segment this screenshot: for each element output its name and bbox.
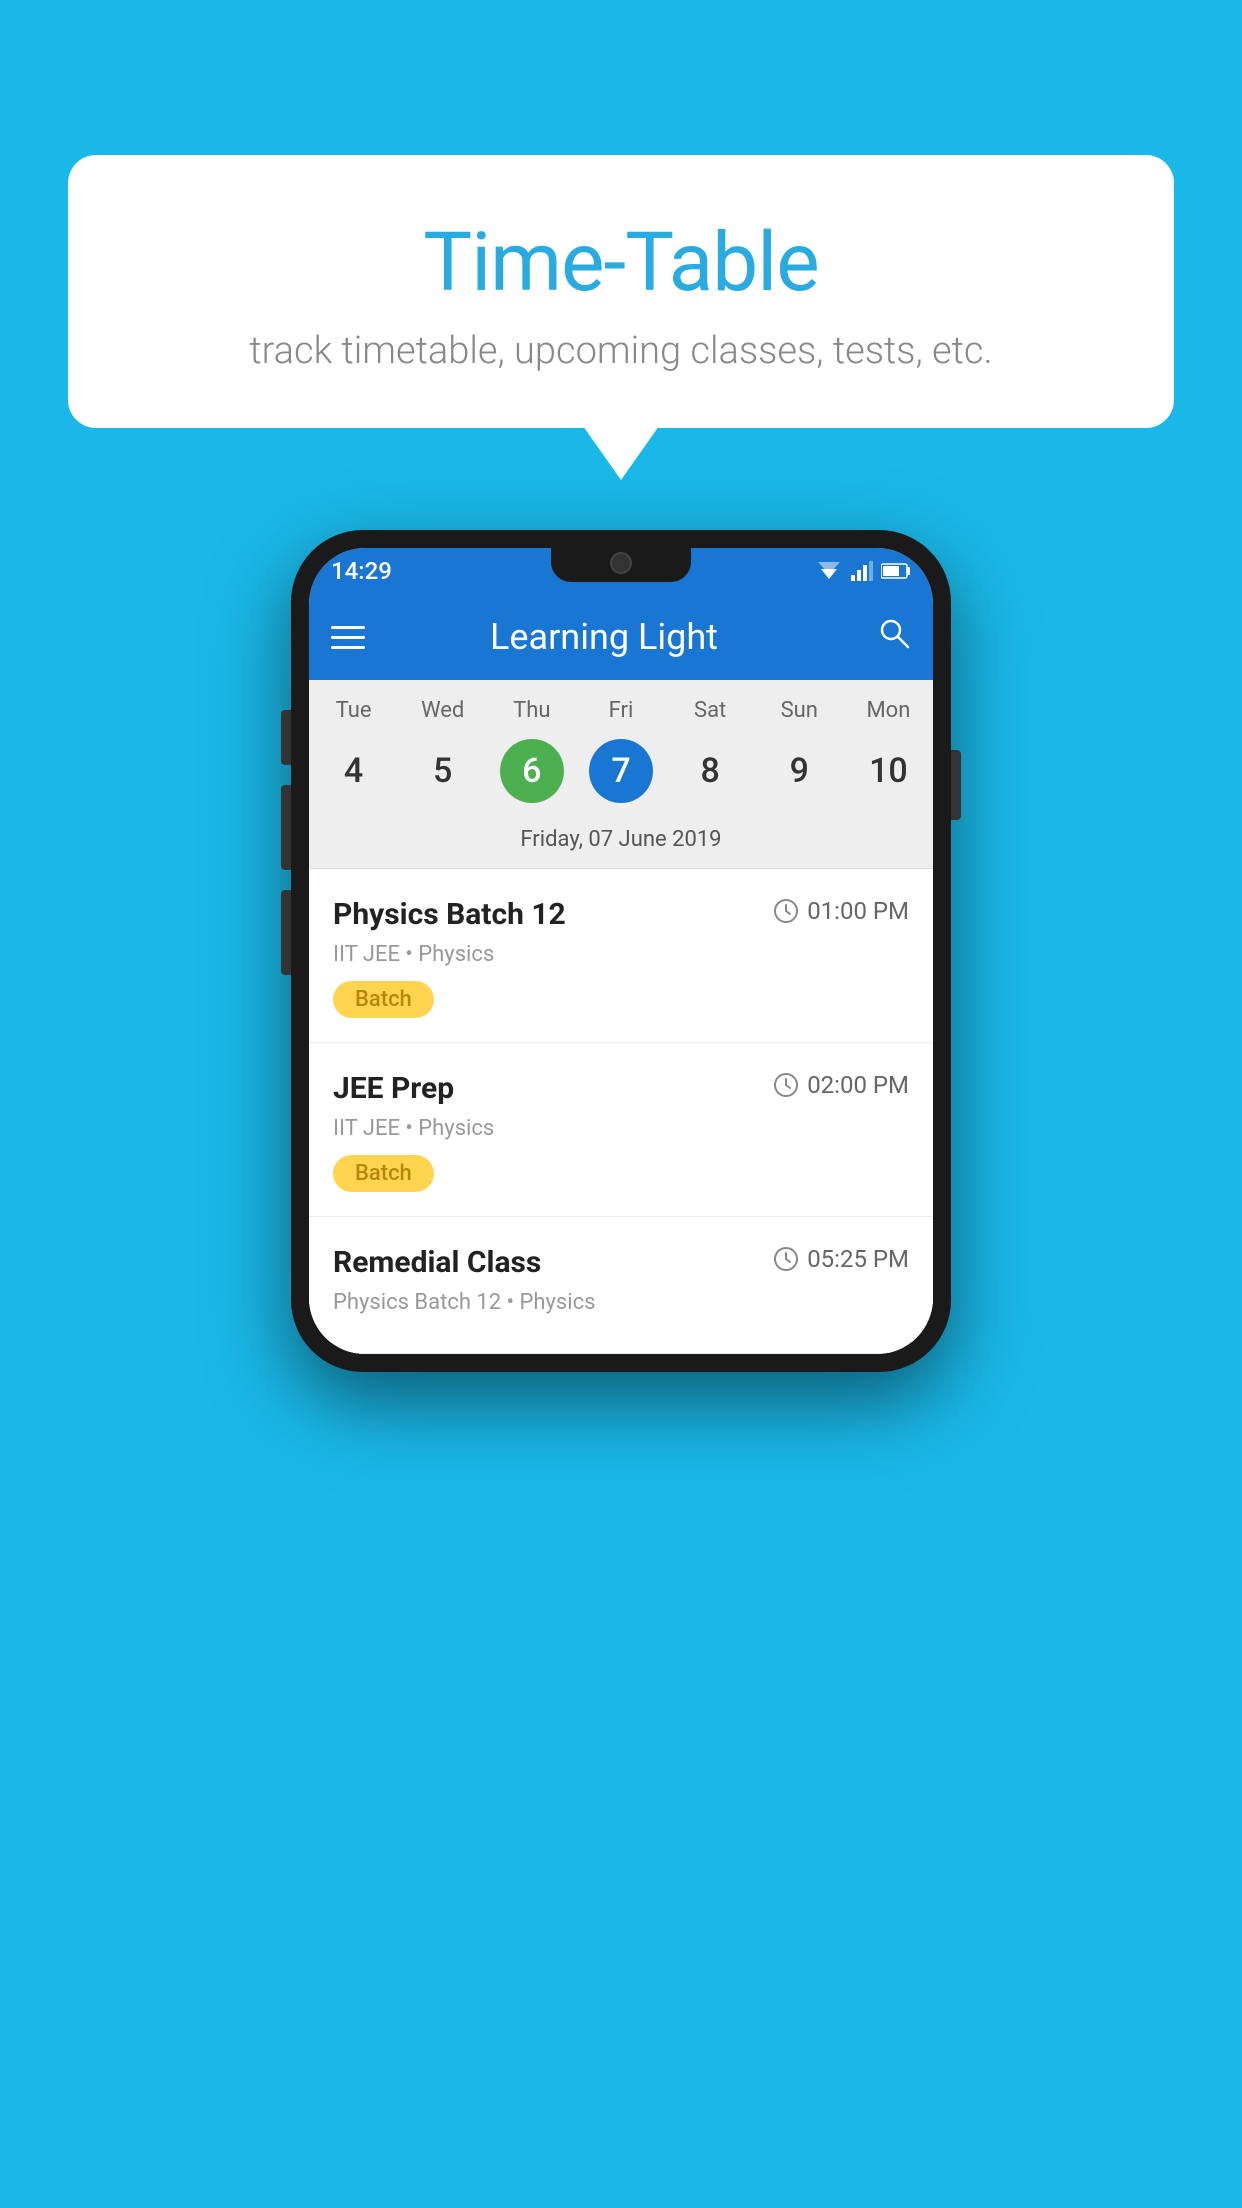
event-header: Remedial Class 05:25 PM — [333, 1245, 909, 1280]
phone-wrapper: 14:29 — [291, 530, 951, 1372]
events-list: Physics Batch 12 01:00 PM IIT JEE • Phys… — [309, 869, 933, 1354]
status-icons — [815, 561, 911, 581]
day-label: Mon — [844, 698, 933, 723]
bubble-title: Time-Table — [108, 215, 1134, 311]
date-number: 6 — [500, 739, 564, 803]
calendar-section: TueWedThuFriSatSunMon 456789 10 Friday, 0… — [309, 680, 933, 869]
event-header: Physics Batch 12 01:00 PM — [333, 897, 909, 932]
day-label: Sun — [755, 698, 844, 723]
event-time-text: 05:25 PM — [807, 1245, 909, 1273]
selected-date-label: Friday, 07 June 2019 — [309, 817, 933, 869]
event-time: 05:25 PM — [773, 1245, 909, 1273]
app-title: Learning Light — [389, 616, 819, 658]
clock-icon — [773, 1072, 799, 1098]
day-label: Tue — [309, 698, 398, 723]
volume-down-button — [281, 785, 291, 870]
bubble-subtitle: track timetable, upcoming classes, tests… — [108, 329, 1134, 373]
event-item[interactable]: JEE Prep 02:00 PM IIT JEE • Physics Batc… — [309, 1043, 933, 1217]
date-number: 9 — [767, 739, 831, 803]
power-button — [951, 750, 961, 820]
event-item[interactable]: Remedial Class 05:25 PM Physics Batch 12… — [309, 1217, 933, 1354]
event-meta: Physics Batch 12 • Physics — [333, 1290, 909, 1315]
event-name: JEE Prep — [333, 1071, 454, 1106]
dates-row: 456789 10 — [309, 731, 933, 817]
clock-icon — [773, 1246, 799, 1272]
batch-badge: Batch — [333, 981, 434, 1018]
volume-up-button — [281, 710, 291, 765]
day-label: Wed — [398, 698, 487, 723]
event-name: Remedial Class — [333, 1245, 541, 1280]
date-number: 10 — [856, 739, 920, 803]
date-cell[interactable]: 5 — [398, 739, 487, 803]
date-cell[interactable]: 7 — [576, 739, 665, 803]
event-time-text: 02:00 PM — [807, 1071, 909, 1099]
event-time-text: 01:00 PM — [807, 897, 909, 925]
clock-icon — [773, 898, 799, 924]
event-time: 02:00 PM — [773, 1071, 909, 1099]
event-name: Physics Batch 12 — [333, 897, 566, 932]
date-cell[interactable]: 4 — [309, 739, 398, 803]
date-cell[interactable]: 8 — [666, 739, 755, 803]
day-label: Fri — [576, 698, 665, 723]
phone-screen: 14:29 — [309, 548, 933, 1354]
event-time: 01:00 PM — [773, 897, 909, 925]
speech-bubble-container: Time-Table track timetable, upcoming cla… — [68, 155, 1174, 428]
date-cell[interactable]: 6 — [487, 739, 576, 803]
batch-badge: Batch — [333, 1155, 434, 1192]
phone-outer: 14:29 — [291, 530, 951, 1372]
days-header: TueWedThuFriSatSunMon — [309, 680, 933, 731]
silent-switch — [281, 890, 291, 975]
event-meta: IIT JEE • Physics — [333, 942, 909, 967]
day-label: Thu — [487, 698, 576, 723]
date-cell[interactable]: 10 — [844, 739, 933, 803]
date-number: 7 — [589, 739, 653, 803]
date-cell[interactable]: 9 — [755, 739, 844, 803]
phone-camera — [610, 552, 632, 574]
event-header: JEE Prep 02:00 PM — [333, 1071, 909, 1106]
event-item[interactable]: Physics Batch 12 01:00 PM IIT JEE • Phys… — [309, 869, 933, 1043]
wifi-icon — [815, 561, 843, 581]
menu-button[interactable] — [331, 626, 365, 649]
day-label: Sat — [666, 698, 755, 723]
date-number: 5 — [411, 739, 475, 803]
signal-icon — [851, 561, 873, 581]
battery-icon — [881, 562, 911, 580]
event-meta: IIT JEE • Physics — [333, 1116, 909, 1141]
date-number: 8 — [678, 739, 742, 803]
speech-bubble: Time-Table track timetable, upcoming cla… — [68, 155, 1174, 428]
app-bar: Learning Light — [309, 594, 933, 680]
date-number: 4 — [322, 739, 386, 803]
status-time: 14:29 — [331, 557, 392, 585]
search-button[interactable] — [877, 616, 911, 658]
